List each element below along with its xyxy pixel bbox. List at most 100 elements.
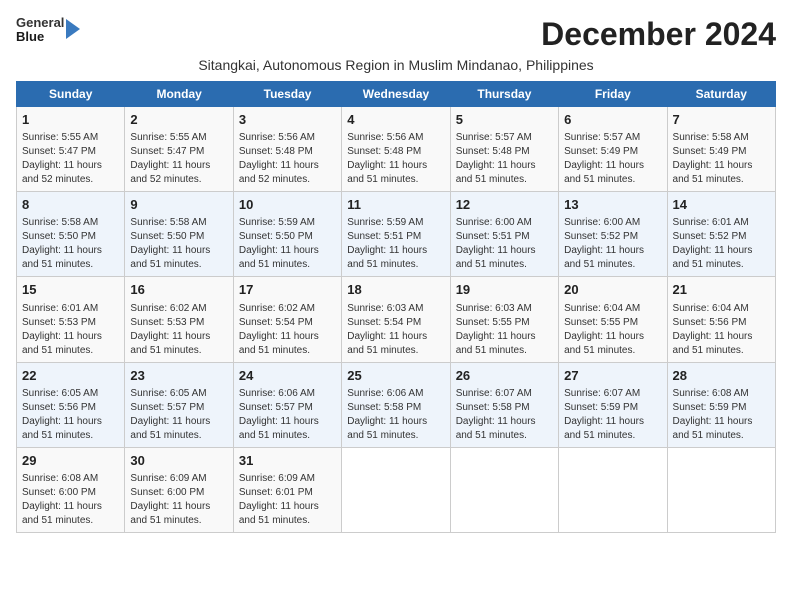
day-info: Sunrise: 6:06 AM <box>347 387 444 401</box>
day-info: Daylight: 11 hours <box>673 330 770 344</box>
day-info: Sunrise: 5:56 AM <box>239 131 336 145</box>
day-info: Daylight: 11 hours <box>130 159 227 173</box>
calendar-cell: 31 Sunrise: 6:09 AMSunset: 6:01 PMDayligh… <box>233 447 341 532</box>
day-info: Daylight: 11 hours <box>22 415 119 429</box>
day-number: 27 <box>564 367 661 385</box>
calendar-cell: 26Sunrise: 6:07 AMSunset: 5:58 PMDayligh… <box>450 362 558 447</box>
calendar-cell: 10Sunrise: 5:59 AMSunset: 5:50 PMDayligh… <box>233 192 341 277</box>
calendar-cell: 13Sunrise: 6:00 AMSunset: 5:52 PMDayligh… <box>559 192 667 277</box>
day-number: 6 <box>564 111 661 129</box>
calendar-table: SundayMondayTuesdayWednesdayThursdayFrid… <box>16 81 776 533</box>
day-info: and 51 minutes. <box>564 258 661 272</box>
day-info: Sunset: 5:58 PM <box>456 401 553 415</box>
day-info: and 51 minutes. <box>456 173 553 187</box>
day-info: Sunrise: 5:55 AM <box>22 131 119 145</box>
day-info: Daylight: 11 hours <box>130 415 227 429</box>
day-number: 19 <box>456 281 553 299</box>
day-number: 7 <box>673 111 770 129</box>
day-info: Sunrise: 6:03 AM <box>347 302 444 316</box>
day-info: and 51 minutes. <box>564 429 661 443</box>
day-info: Sunrise: 6:09 AM <box>239 472 336 486</box>
day-info: Daylight: 11 hours <box>456 330 553 344</box>
calendar-cell <box>450 447 558 532</box>
calendar-cell <box>559 447 667 532</box>
day-info: and 51 minutes. <box>239 514 336 528</box>
calendar-cell: 30Sunrise: 6:09 AMSunset: 6:00 PMDayligh… <box>125 447 233 532</box>
day-info: Sunrise: 5:57 AM <box>564 131 661 145</box>
day-info: Sunset: 5:54 PM <box>239 316 336 330</box>
day-info: Daylight: 11 hours <box>22 244 119 258</box>
day-info: Sunset: 5:50 PM <box>239 230 336 244</box>
calendar-cell: 21Sunrise: 6:04 AMSunset: 5:56 PMDayligh… <box>667 277 775 362</box>
day-header-friday: Friday <box>559 82 667 107</box>
day-info: Sunrise: 6:09 AM <box>130 472 227 486</box>
day-number: 25 <box>347 367 444 385</box>
day-info: Sunset: 5:58 PM <box>347 401 444 415</box>
day-info: and 51 minutes. <box>130 429 227 443</box>
day-info: and 51 minutes. <box>239 429 336 443</box>
day-number: 8 <box>22 196 119 214</box>
day-info: Sunrise: 6:06 AM <box>239 387 336 401</box>
day-info: Daylight: 11 hours <box>456 415 553 429</box>
calendar-cell: 1 Sunrise: 5:55 AMSunset: 5:47 PMDaylight… <box>17 107 125 192</box>
day-number: 31 <box>239 452 336 470</box>
day-number: 3 <box>239 111 336 129</box>
day-info: Sunset: 5:55 PM <box>456 316 553 330</box>
logo-line1: General <box>16 16 64 30</box>
day-number: 11 <box>347 196 444 214</box>
calendar-cell: 7 Sunrise: 5:58 AMSunset: 5:49 PMDaylight… <box>667 107 775 192</box>
calendar-cell <box>342 447 450 532</box>
day-header-wednesday: Wednesday <box>342 82 450 107</box>
day-info: Sunset: 5:52 PM <box>564 230 661 244</box>
day-number: 23 <box>130 367 227 385</box>
day-info: Sunrise: 5:58 AM <box>673 131 770 145</box>
day-info: Sunset: 6:00 PM <box>22 486 119 500</box>
day-number: 15 <box>22 281 119 299</box>
day-info: Sunset: 5:59 PM <box>673 401 770 415</box>
day-info: Daylight: 11 hours <box>564 330 661 344</box>
day-info: Daylight: 11 hours <box>22 159 119 173</box>
day-info: Sunset: 5:51 PM <box>456 230 553 244</box>
day-info: and 51 minutes. <box>673 173 770 187</box>
day-info: Sunset: 5:48 PM <box>456 145 553 159</box>
calendar-cell: 25Sunrise: 6:06 AMSunset: 5:58 PMDayligh… <box>342 362 450 447</box>
day-info: Sunset: 5:55 PM <box>564 316 661 330</box>
day-info: Sunset: 6:01 PM <box>239 486 336 500</box>
day-info: Sunrise: 6:02 AM <box>130 302 227 316</box>
day-info: Daylight: 11 hours <box>673 159 770 173</box>
day-info: Daylight: 11 hours <box>239 500 336 514</box>
day-info: and 51 minutes. <box>347 258 444 272</box>
month-title: December 2024 <box>541 16 776 53</box>
day-info: Daylight: 11 hours <box>673 415 770 429</box>
day-info: and 51 minutes. <box>22 344 119 358</box>
day-info: and 51 minutes. <box>130 344 227 358</box>
day-info: Sunset: 5:47 PM <box>22 145 119 159</box>
day-info: Sunrise: 6:03 AM <box>456 302 553 316</box>
day-of-week-row: SundayMondayTuesdayWednesdayThursdayFrid… <box>17 82 776 107</box>
calendar-cell: 28Sunrise: 6:08 AMSunset: 5:59 PMDayligh… <box>667 362 775 447</box>
calendar-cell: 24Sunrise: 6:06 AMSunset: 5:57 PMDayligh… <box>233 362 341 447</box>
day-info: Sunrise: 5:57 AM <box>456 131 553 145</box>
day-info: and 51 minutes. <box>22 429 119 443</box>
calendar-cell: 27Sunrise: 6:07 AMSunset: 5:59 PMDayligh… <box>559 362 667 447</box>
day-info: Sunrise: 6:04 AM <box>564 302 661 316</box>
calendar-cell: 29Sunrise: 6:08 AMSunset: 6:00 PMDayligh… <box>17 447 125 532</box>
day-info: Sunrise: 6:07 AM <box>456 387 553 401</box>
calendar-cell: 17Sunrise: 6:02 AMSunset: 5:54 PMDayligh… <box>233 277 341 362</box>
day-info: Sunrise: 6:08 AM <box>22 472 119 486</box>
day-info: Daylight: 11 hours <box>130 330 227 344</box>
day-info: Daylight: 11 hours <box>130 500 227 514</box>
day-number: 1 <box>22 111 119 129</box>
day-info: Sunrise: 6:00 AM <box>564 216 661 230</box>
day-number: 21 <box>673 281 770 299</box>
day-info: and 52 minutes. <box>22 173 119 187</box>
day-info: Sunset: 5:49 PM <box>673 145 770 159</box>
day-info: Sunrise: 5:56 AM <box>347 131 444 145</box>
day-info: Sunset: 5:48 PM <box>347 145 444 159</box>
day-info: Daylight: 11 hours <box>130 244 227 258</box>
day-info: Sunrise: 6:08 AM <box>673 387 770 401</box>
day-number: 29 <box>22 452 119 470</box>
day-info: Sunrise: 6:01 AM <box>673 216 770 230</box>
calendar-cell: 5Sunrise: 5:57 AMSunset: 5:48 PMDaylight… <box>450 107 558 192</box>
day-info: and 51 minutes. <box>456 344 553 358</box>
